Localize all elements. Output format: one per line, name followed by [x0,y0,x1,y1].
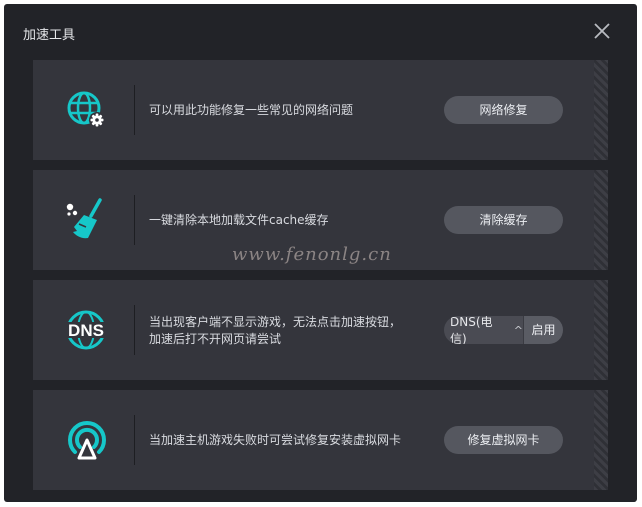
divider [134,195,135,245]
network-repair-button[interactable]: 网络修复 [444,96,563,124]
repair-virtual-nic-button[interactable]: 修复虚拟网卡 [444,426,563,454]
description-line: 当出现客户端不显示游戏，无法点击加速按钮， [149,315,402,329]
decorative-stripe [594,170,608,270]
decorative-stripe [594,280,608,380]
dialog-title: 加速工具 [23,28,76,43]
tool-card-network-repair: 可以用此功能修复一些常见的网络问题 网络修复 [33,60,608,160]
tool-description: 一键清除本地加载文件cache缓存 [149,213,329,227]
tool-description: 可以用此功能修复一些常见的网络问题 [149,103,354,117]
acceleration-tools-dialog: 加速工具 可以用此功能修复一些常见的网络问题 网络修复 一键清除本地加载文件ca… [4,4,637,502]
dns-control: DNS(电信) ^ 启用 [444,316,563,344]
tool-card-clear-cache: 一键清除本地加载文件cache缓存 清除缓存 [33,170,608,270]
description-line: 加速后打不开网页请尝试 [149,332,282,346]
tool-description: 当出现客户端不显示游戏，无法点击加速按钮， 加速后打不开网页请尝试 [149,314,401,348]
dns-icon-text: DNS [68,321,104,340]
tool-description: 当加速主机游戏失败时可尝试修复安装虚拟网卡 [149,433,402,447]
dns-globe-icon: DNS [64,308,110,352]
chevron-up-icon: ^ [513,323,523,337]
broom-icon [64,198,110,242]
clear-cache-button[interactable]: 清除缓存 [444,206,563,234]
dns-enable-button[interactable]: 启用 [523,316,563,344]
tool-card-dns: DNS 当出现客户端不显示游戏，无法点击加速按钮， 加速后打不开网页请尝试 DN… [33,280,608,380]
close-icon[interactable] [592,21,612,41]
dns-select-value: DNS(电信) [450,316,493,344]
tool-card-virtual-nic: 当加速主机游戏失败时可尝试修复安装虚拟网卡 修复虚拟网卡 [33,390,608,490]
divider [134,415,135,465]
divider [134,85,135,135]
dns-provider-select[interactable]: DNS(电信) ^ [444,316,523,344]
decorative-stripe [594,390,608,490]
globe-gear-icon [64,88,110,132]
decorative-stripe [594,60,608,160]
broadcast-icon [64,418,110,462]
divider [134,305,135,355]
